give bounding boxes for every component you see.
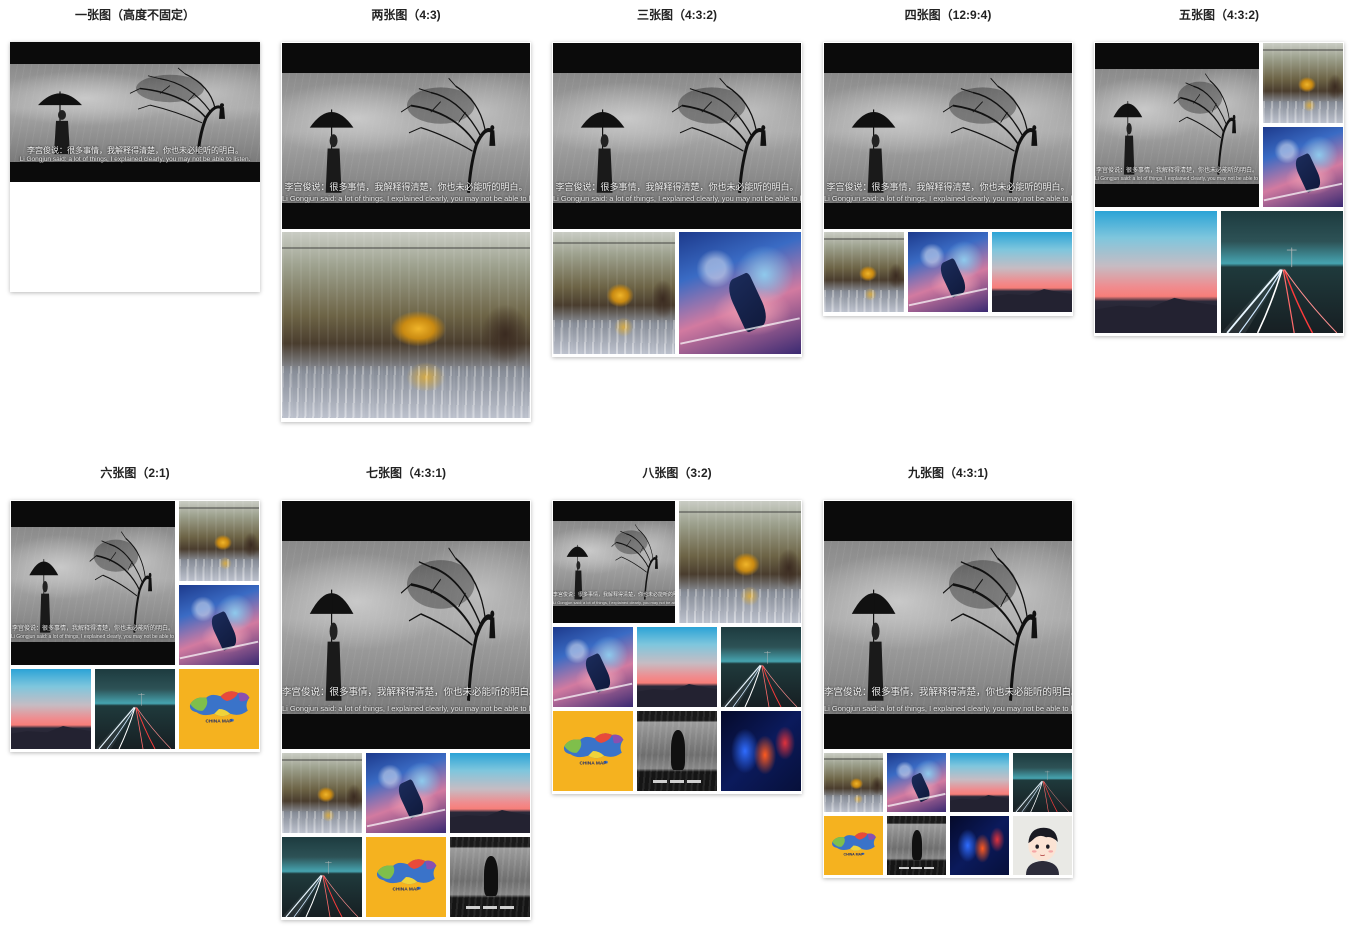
photo-anime-fantasy[interactable]	[1263, 127, 1343, 207]
photo-night-highway[interactable]	[1013, 753, 1072, 812]
photo-bw-girl[interactable]	[637, 711, 717, 791]
photo-quote-rain[interactable]: 李宫俊说：很多事情，我解释得清楚，你也未必能听的明白。 Li Gongjun s…	[282, 501, 530, 749]
photo-china-map[interactable]: CHINA MAP	[179, 669, 259, 749]
china-map-label: CHINA MAP	[205, 719, 233, 725]
photo-tram-rain[interactable]	[824, 753, 883, 812]
photo-china-map[interactable]: CHINA MAP	[366, 837, 446, 917]
photo-sunset-gradient[interactable]	[11, 669, 91, 749]
photo-sunset-gradient[interactable]	[950, 753, 1009, 812]
grid-card-six: 李宫俊说：很多事情，我解释得清楚，你也未必能听的明白。 Li Gongjun s…	[10, 500, 260, 752]
quote-text-en: Li Gongjun said: a lot of things, I expl…	[824, 704, 1072, 713]
photo-sunset-gradient[interactable]	[992, 232, 1072, 312]
section-title-1: 一张图（高度不固定）	[74, 8, 195, 22]
china-map-label: CHINA MAP	[579, 761, 607, 767]
photo-quote-rain[interactable]: 李宫俊说：很多事情，我解释得清楚，你也未必能听的明白。 Li Gongjun s…	[553, 501, 675, 623]
quote-text-cn: 李宫俊说：很多事情，我解释得清楚，你也未必能听的明白。	[1095, 167, 1258, 174]
grid-card-one: 李宫俊说：很多事情，我解释得清楚，你也未必能听的明白。 Li Gongjun s…	[10, 42, 260, 292]
quote-text-en: Li Gongjun said: a lot of things, I expl…	[282, 194, 530, 203]
photo-tram-rain[interactable]	[282, 232, 530, 418]
photo-sunset-gradient[interactable]	[450, 753, 530, 833]
photo-tram-rain[interactable]	[179, 501, 259, 581]
photo-sunset-gradient[interactable]	[637, 627, 717, 707]
grid-card-eight: 李宫俊说：很多事情，我解释得清楚，你也未必能听的明白。 Li Gongjun s…	[552, 500, 802, 794]
grid-card-three: 李宫俊说：很多事情，我解释得清楚，你也未必能听的明白。 Li Gongjun s…	[552, 42, 802, 357]
quote-text-cn: 李宫俊说：很多事情，我解释得清楚，你也未必能听的明白。	[555, 183, 799, 193]
photo-night-highway[interactable]	[95, 669, 175, 749]
photo-tram-rain[interactable]	[553, 232, 675, 354]
section-title-8: 八张图（3:2)	[642, 466, 712, 480]
photo-night-highway[interactable]	[721, 627, 801, 707]
photo-night-highway[interactable]	[1221, 211, 1343, 333]
grid-card-nine: 李宫俊说：很多事情，我解释得清楚，你也未必能听的明白。 Li Gongjun s…	[823, 500, 1073, 878]
photo-night-highway[interactable]	[282, 837, 362, 917]
quote-text-cn: 李宫俊说：很多事情，我解释得清楚，你也未必能听的明白。	[282, 687, 530, 698]
section-title-4: 四张图（12:9:4)	[904, 8, 992, 22]
photo-quote-rain[interactable]: 李宫俊说：很多事情，我解释得清楚，你也未必能听的明白。 Li Gongjun s…	[282, 43, 530, 229]
quote-text-cn: 李宫俊说：很多事情，我解释得清楚，你也未必能听的明白。	[284, 183, 528, 193]
quote-text-en: Li Gongjun said: a lot of things, I expl…	[282, 704, 530, 713]
photo-quote-rain[interactable]: 李宫俊说：很多事情，我解释得清楚，你也未必能听的明白。 Li Gongjun s…	[824, 501, 1072, 749]
quote-text-cn: 李宫俊说：很多事情，我解释得清楚，你也未必能听的明白。	[553, 592, 675, 598]
photo-anime-fantasy[interactable]	[553, 627, 633, 707]
photo-anime-fantasy[interactable]	[366, 753, 446, 833]
photo-sunset-gradient[interactable]	[1095, 211, 1217, 333]
photo-tram-rain[interactable]	[824, 232, 904, 312]
grid-card-five: 李宫俊说：很多事情，我解释得清楚，你也未必能听的明白。 Li Gongjun s…	[1094, 42, 1344, 336]
quote-text-en: Li Gongjun said: a lot of things, I expl…	[11, 634, 175, 640]
section-title-9: 九张图（4:3:1)	[907, 466, 988, 480]
photo-cartoon-avatar[interactable]	[1013, 816, 1072, 875]
section-title-3: 三张图（4:3:2)	[636, 8, 717, 22]
quote-text-en: Li Gongjun said: a lot of things, I expl…	[19, 156, 251, 163]
photo-abstract-light[interactable]	[950, 816, 1009, 875]
section-title-5: 五张图（4:3:2)	[1178, 8, 1259, 22]
photo-anime-fantasy[interactable]	[179, 585, 259, 665]
photo-tram-rain[interactable]	[679, 501, 801, 623]
section-title-7: 七张图（4:3:1)	[365, 466, 446, 480]
section-title-2: 两张图（4:3)	[371, 8, 441, 22]
grid-card-seven: 李宫俊说：很多事情，我解释得清楚，你也未必能听的明白。 Li Gongjun s…	[281, 500, 531, 920]
quote-text-en: Li Gongjun said: a lot of things, I expl…	[824, 194, 1072, 203]
quote-text-cn: 李宫俊说：很多事情，我解释得清楚，你也未必能听的明白。	[826, 183, 1070, 193]
photo-quote-rain[interactable]: 李宫俊说：很多事情，我解释得清楚，你也未必能听的明白。 Li Gongjun s…	[10, 42, 260, 182]
photo-quote-rain[interactable]: 李宫俊说：很多事情，我解释得清楚，你也未必能听的明白。 Li Gongjun s…	[553, 43, 801, 229]
photo-quote-rain[interactable]: 李宫俊说：很多事情，我解释得清楚，你也未必能听的明白。 Li Gongjun s…	[1095, 43, 1259, 207]
photo-china-map[interactable]: CHINA MAP	[553, 711, 633, 791]
china-map-label: CHINA MAP	[844, 853, 865, 857]
quote-text-cn: 李宫俊说：很多事情，我解释得清楚，你也未必能听的明白。	[27, 146, 243, 155]
photo-tram-rain[interactable]	[1263, 43, 1343, 123]
grid-card-four: 李宫俊说：很多事情，我解释得清楚，你也未必能听的明白。 Li Gongjun s…	[823, 42, 1073, 316]
photo-quote-rain[interactable]: 李宫俊说：很多事情，我解释得清楚，你也未必能听的明白。 Li Gongjun s…	[824, 43, 1072, 229]
photo-bw-girl[interactable]	[887, 816, 946, 875]
photo-bw-girl[interactable]	[450, 837, 530, 917]
photo-abstract-light[interactable]	[721, 711, 801, 791]
photo-china-map[interactable]: CHINA MAP	[824, 816, 883, 875]
quote-text-cn: 李宫俊说：很多事情，我解释得清楚，你也未必能听的明白。	[824, 687, 1072, 698]
quote-text-en: Li Gongjun said: a lot of things, I expl…	[1095, 176, 1259, 182]
quote-text-en: Li Gongjun said: a lot of things, I expl…	[553, 600, 675, 605]
china-map-label: CHINA MAP	[392, 887, 420, 893]
photo-quote-rain[interactable]: 李宫俊说：很多事情，我解释得清楚，你也未必能听的明白。 Li Gongjun s…	[11, 501, 175, 665]
section-title-6: 六张图（2:1)	[100, 466, 170, 480]
photo-anime-fantasy[interactable]	[679, 232, 801, 354]
photo-anime-fantasy[interactable]	[908, 232, 988, 312]
photo-tram-rain[interactable]	[282, 753, 362, 833]
quote-text-cn: 李宫俊说：很多事情，我解释得清楚，你也未必能听的明白。	[11, 625, 174, 632]
quote-text-en: Li Gongjun said: a lot of things, I expl…	[553, 194, 801, 203]
photo-anime-fantasy[interactable]	[887, 753, 946, 812]
grid-card-two: 李宫俊说：很多事情，我解释得清楚，你也未必能听的明白。 Li Gongjun s…	[281, 42, 531, 422]
